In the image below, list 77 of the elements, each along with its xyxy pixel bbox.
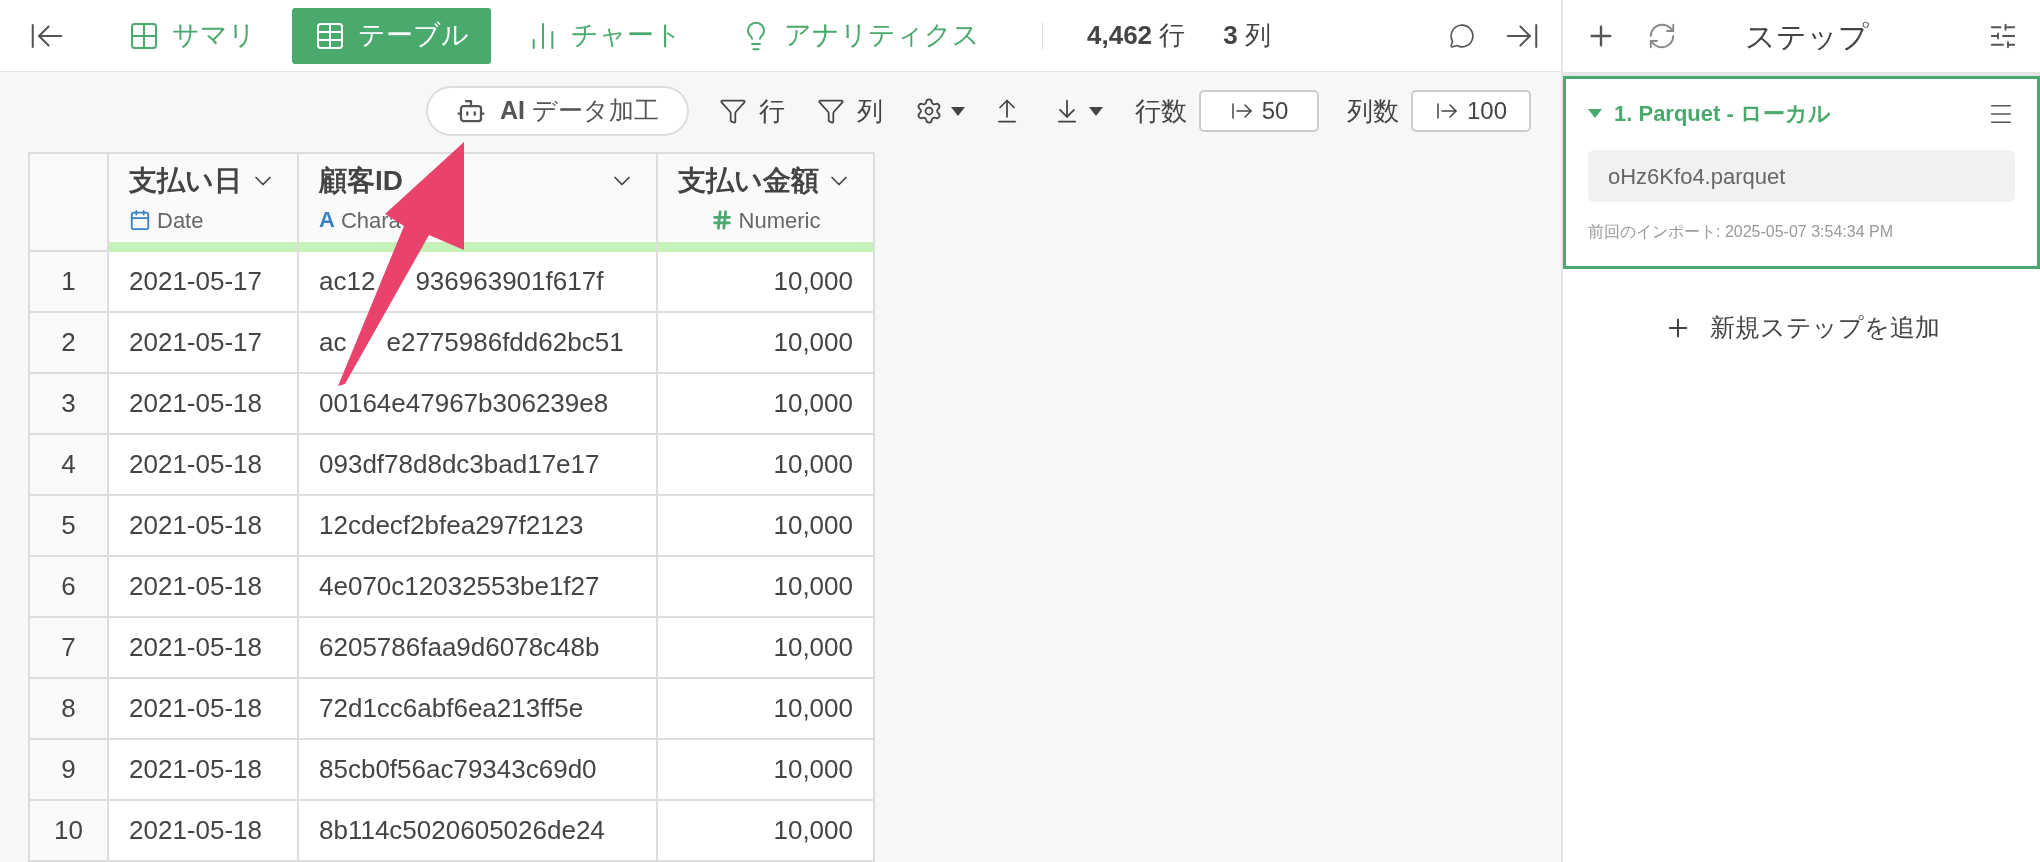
table-cell-text: 00164e47967b306239e8: [319, 387, 609, 420]
caret-icon[interactable]: [1588, 109, 1602, 118]
sliders-icon[interactable]: [1988, 21, 2018, 51]
filter-icon: [719, 97, 747, 125]
columns-field[interactable]: 100: [1411, 90, 1531, 132]
table-cell: 10,000: [658, 374, 875, 435]
text-type-icon: A: [319, 209, 335, 231]
row-number: 2: [30, 313, 109, 374]
table-cell-text: 85cb0f56ac79343c69d0: [319, 753, 597, 786]
table-cell-text: 6205786faa9d6078c48b: [319, 631, 600, 664]
table-cell: 2021-05-18: [109, 496, 299, 557]
column-type: Numeric: [738, 206, 821, 235]
column-name: 支払い金額: [678, 163, 819, 198]
table-cell: 2021-05-18: [109, 801, 299, 862]
table-cell-text: 8b114c5020605026de24: [319, 814, 605, 847]
table-cell: 2021-05-17: [109, 252, 299, 313]
table-cell: 10,000: [658, 313, 875, 374]
table-cell: 10,000: [658, 679, 875, 740]
add-step-button[interactable]: 新規ステップを追加: [1663, 309, 1940, 347]
table-cell-text: 936963901f617f: [415, 265, 604, 298]
column-header[interactable]: 支払い日 Date: [109, 154, 299, 252]
table-cell: 10,000: [658, 557, 875, 618]
table-cell: 2021-05-18: [109, 618, 299, 679]
table-cell-text: 72d1cc6abf6ea213ff5e: [319, 692, 584, 725]
import-note: 前回のインポート: 2025-05-07 3:54:34 PM: [1588, 222, 1894, 242]
ai-data-button[interactable]: AI データ加工: [426, 86, 689, 136]
row-number: 6: [30, 557, 109, 618]
column-filter-button[interactable]: 列: [817, 91, 883, 131]
column-header[interactable]: 支払い金額 Numeric: [658, 154, 875, 252]
table-cell-text: 12cdecf2bfea297f2123: [319, 509, 584, 542]
rows-label: 行数: [1135, 94, 1187, 128]
table-cell: 10,000: [658, 496, 875, 557]
hash-icon: [710, 209, 733, 231]
panel-title: ステップ: [1745, 18, 1869, 55]
column-count: 3 列: [1223, 19, 1271, 52]
row-number: 4: [30, 435, 109, 496]
columns-label: 列数: [1347, 94, 1399, 128]
refresh-icon[interactable]: [1647, 21, 1677, 51]
filter-icon: [817, 97, 845, 125]
row-number: 8: [30, 679, 109, 740]
row-filter-button[interactable]: 行: [719, 91, 785, 131]
step-card[interactable]: 1. Parquet - ローカル oHz6Kfo4.parquet 前回のインポート: 2025-05-07 3:54:34 PM: [1563, 76, 2040, 269]
comment-icon[interactable]: [1449, 22, 1475, 49]
table-cell: 2021-05-17: [109, 313, 299, 374]
table-cell: 10,000: [658, 740, 875, 801]
table-cell: 2021-05-18: [109, 679, 299, 740]
table-cell: 2021-05-18: [109, 557, 299, 618]
caret-icon: [951, 106, 965, 116]
table-cell-text: 4e070c12032553be1f27: [319, 570, 600, 603]
table-cell-text: e2775986fdd62bc51: [386, 326, 624, 359]
column-name: 支払い日: [129, 163, 242, 198]
column-type: Date: [157, 206, 204, 235]
row-number: 7: [30, 618, 109, 679]
table-cell: 10,000: [658, 252, 875, 313]
table-cell: 10,000: [658, 801, 875, 862]
calendar-icon: [129, 209, 151, 231]
table-cell-text: ac: [319, 326, 347, 359]
table-cell: 10,000: [658, 618, 875, 679]
row-number: 10: [30, 801, 109, 862]
table-cell: 2021-05-18: [109, 740, 299, 801]
column-name: 顧客ID: [319, 163, 403, 198]
gear-icon: [915, 97, 943, 125]
caret-icon: [1089, 106, 1103, 116]
table-cell: 2021-05-18: [109, 435, 299, 496]
table-cell: 2021-05-18: [109, 374, 299, 435]
table-cell-text: 093df78d8dc3bad17e17: [319, 448, 600, 481]
settings-button[interactable]: [915, 97, 965, 125]
table-cell-text: ac12: [319, 265, 376, 298]
row-number: 5: [30, 496, 109, 557]
step-title: 1. Parquet - ローカル: [1614, 100, 1831, 128]
row-number: 9: [30, 740, 109, 801]
row-number: 3: [30, 374, 109, 435]
file-name-field: oHz6Kfo4.parquet: [1588, 150, 2015, 202]
row-count: 4,462 行: [1087, 19, 1186, 52]
rows-field[interactable]: 50: [1199, 90, 1319, 132]
table-cell: 10,000: [658, 435, 875, 496]
row-number: 1: [30, 252, 109, 313]
